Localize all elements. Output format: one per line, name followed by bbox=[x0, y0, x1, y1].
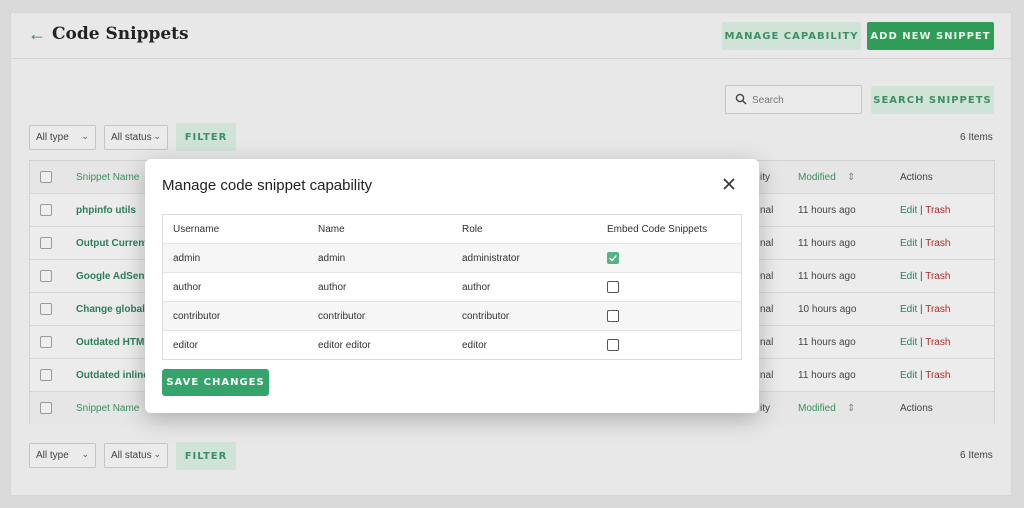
modal-title: Manage code snippet capability bbox=[162, 177, 373, 194]
user-row: admin admin administrator bbox=[163, 244, 741, 273]
capability-header-row: Username Name Role Embed Code Snippets bbox=[163, 215, 741, 244]
user-name: contributor bbox=[318, 311, 366, 322]
column-name: Name bbox=[318, 224, 345, 235]
user-role: contributor bbox=[462, 311, 510, 322]
user-role: administrator bbox=[462, 253, 520, 264]
user-name: admin bbox=[318, 253, 346, 264]
user-username: author bbox=[173, 282, 202, 293]
embed-checkbox[interactable] bbox=[607, 252, 619, 264]
user-row: contributor contributor contributor bbox=[163, 302, 741, 331]
close-icon[interactable] bbox=[721, 176, 737, 192]
user-username: contributor bbox=[173, 311, 221, 322]
embed-checkbox[interactable] bbox=[607, 281, 619, 293]
capability-table: Username Name Role Embed Code Snippets a… bbox=[162, 214, 742, 360]
capability-modal: Manage code snippet capability Username … bbox=[145, 159, 759, 413]
user-name: editor editor bbox=[318, 340, 371, 351]
save-changes-button[interactable]: SAVE CHANGES bbox=[162, 369, 269, 396]
user-role: editor bbox=[462, 340, 488, 351]
column-embed: Embed Code Snippets bbox=[607, 224, 708, 235]
user-role: author bbox=[462, 282, 491, 293]
embed-checkbox[interactable] bbox=[607, 339, 619, 351]
checkmark-icon bbox=[609, 255, 617, 262]
column-role: Role bbox=[462, 224, 483, 235]
column-username: Username bbox=[173, 224, 220, 235]
user-row: author author author bbox=[163, 273, 741, 302]
user-row: editor editor editor editor bbox=[163, 331, 741, 360]
user-name: author bbox=[318, 282, 347, 293]
user-username: editor bbox=[173, 340, 199, 351]
embed-checkbox[interactable] bbox=[607, 310, 619, 322]
user-username: admin bbox=[173, 253, 201, 264]
